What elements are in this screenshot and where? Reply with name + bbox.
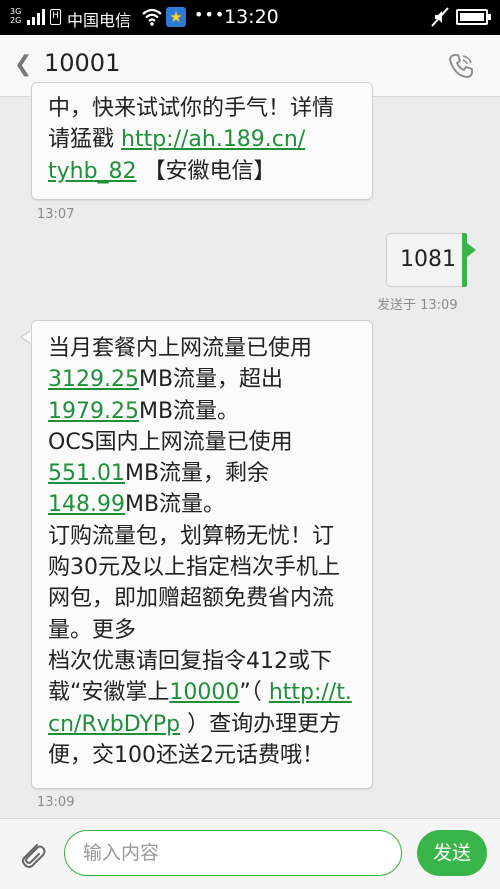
outgoing-accent-strip — [462, 233, 467, 287]
message-line: cn/RvbDYPp ）查询办理更方 — [48, 711, 342, 737]
signal-icon — [27, 9, 45, 25]
phone-icon[interactable] — [447, 52, 475, 80]
battery-icon — [456, 9, 488, 25]
message-line: 网包，即加赠超额免费省内流 — [48, 586, 335, 612]
network-2g-label: 2G — [10, 16, 22, 25]
message-link[interactable]: tyhb_82 — [48, 159, 137, 184]
message-timestamp: 13:09 — [37, 795, 75, 810]
message-line: 便，交100还送2元话费哦！ — [48, 742, 324, 768]
network-type: 3G 2G — [10, 7, 21, 25]
incoming-message-bubble[interactable]: 当月套餐内上网流量已使用 3129.25MB流量，超出 1979.25MB流量。… — [31, 320, 373, 789]
send-button[interactable]: 发送 — [417, 830, 487, 876]
status-bar: 3G 2G H 中国电信 ★ ••• 13:20 — [0, 0, 500, 35]
incoming-message-bubble[interactable]: 中，快来试试你的手气！详情 请猛戳 http://ah.189.cn/ tyhb… — [31, 82, 373, 200]
message-link[interactable]: cn/RvbDYPp — [48, 712, 180, 737]
wifi-icon — [142, 8, 162, 26]
message-link[interactable]: 10000 — [169, 680, 239, 705]
sent-timestamp: 发送于 13:09 — [377, 298, 458, 313]
battery-tip — [488, 14, 491, 20]
message-line: tyhb_82 【安徽电信】 — [48, 158, 276, 184]
message-line: 3129.25MB流量，超出 — [48, 367, 284, 393]
back-icon[interactable]: ❮ — [14, 52, 32, 77]
message-line: 载“安徽掌上10000”（ http://t. — [48, 680, 352, 706]
message-input[interactable] — [64, 830, 402, 876]
message-link[interactable]: 3129.25 — [48, 367, 139, 392]
message-link[interactable]: 1979.25 — [48, 399, 139, 424]
message-link[interactable]: 551.01 — [48, 461, 125, 486]
message-link[interactable]: http://t. — [269, 680, 352, 705]
message-line: 请猛戳 http://ah.189.cn/ — [48, 127, 306, 153]
message-line: 551.01MB流量，剩余 — [48, 461, 270, 487]
message-link[interactable]: http://ah.189.cn/ — [121, 127, 305, 152]
message-line: 档次优惠请回复指令412或下 — [48, 648, 332, 674]
network-3g-label: 3G — [10, 7, 22, 16]
sim-icon: H — [50, 9, 61, 25]
message-timestamp: 13:07 — [37, 207, 75, 222]
message-line: 中，快来试试你的手气！详情 — [48, 96, 335, 121]
star-app-icon: ★ — [166, 7, 186, 27]
message-line: 当月套餐内上网流量已使用 — [48, 336, 313, 361]
carrier-name: 中国电信 — [67, 11, 132, 30]
paperclip-icon[interactable] — [17, 839, 47, 871]
mute-icon — [431, 7, 449, 27]
message-line: 订购流量包，划算畅无忧！订 — [48, 523, 335, 549]
contact-title: 10001 — [44, 49, 121, 77]
message-line: OCS国内上网流量已使用 — [48, 429, 293, 455]
clock: 13:20 — [224, 6, 279, 28]
message-line: 购30元及以上指定档次手机上 — [48, 555, 340, 581]
outgoing-bubble-tail — [467, 243, 476, 257]
message-link[interactable]: 148.99 — [48, 492, 125, 517]
message-line: 量。更多 — [48, 617, 137, 643]
more-notifications-icon: ••• — [194, 5, 226, 24]
incoming-bubble-tail — [20, 330, 31, 344]
message-line: 1979.25MB流量。 — [48, 398, 240, 424]
message-line: 148.99MB流量。 — [48, 492, 226, 518]
compose-bar: 发送 — [0, 818, 500, 889]
outgoing-message-bubble[interactable]: 1081 — [386, 233, 466, 287]
